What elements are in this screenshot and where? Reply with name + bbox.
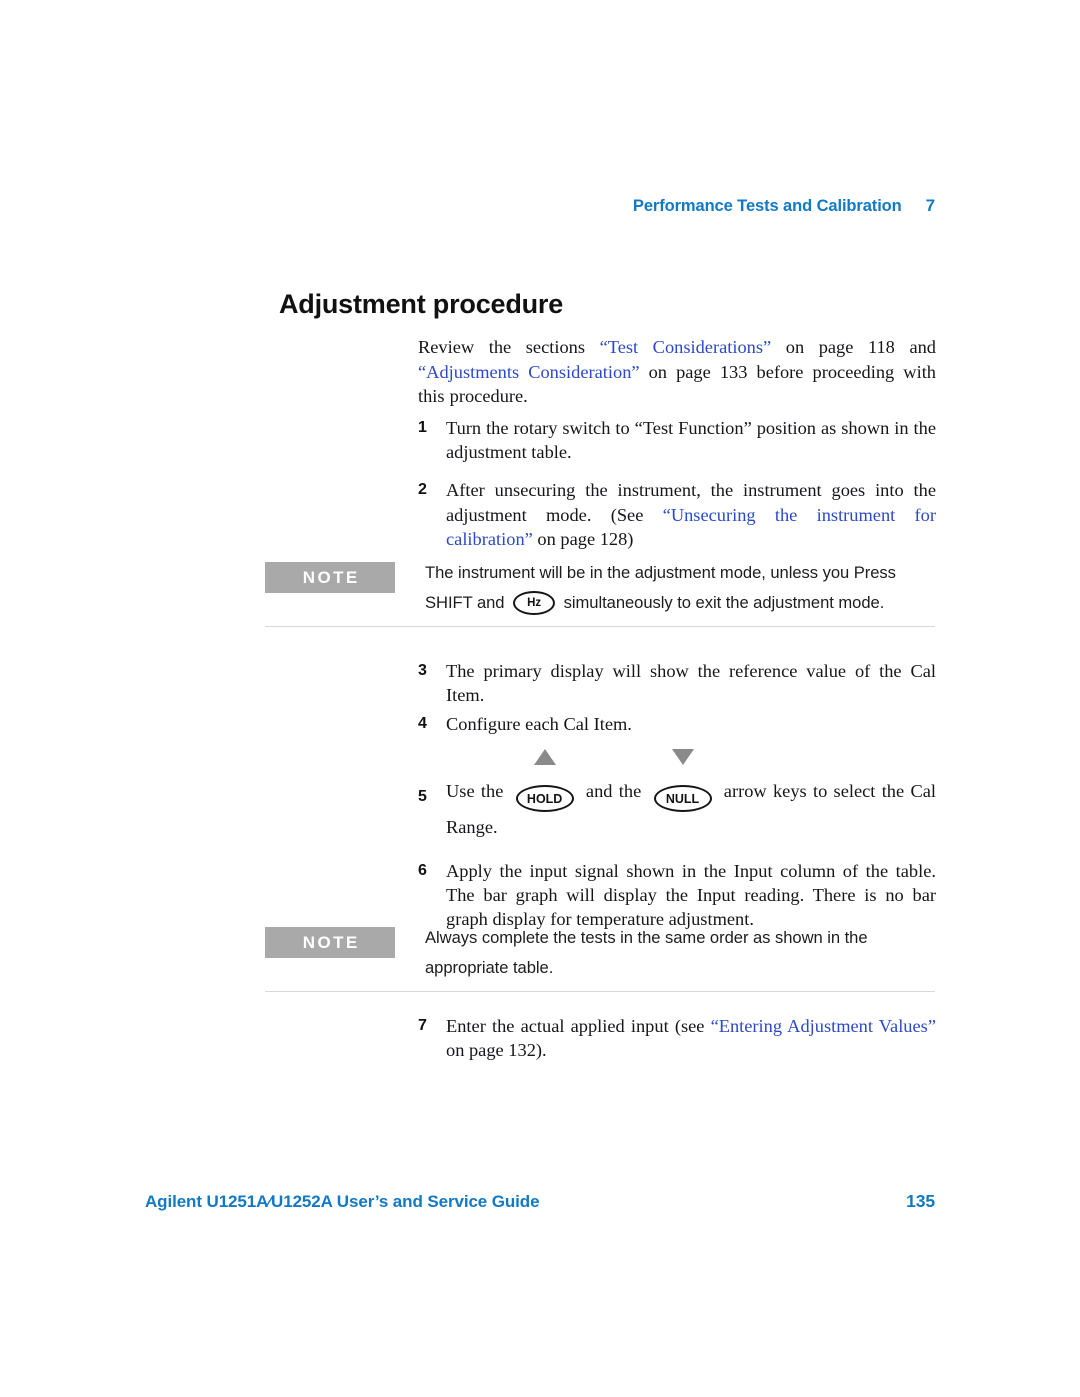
running-header-title: Performance Tests and Calibration (632, 197, 902, 215)
step-number: 3 (418, 662, 427, 679)
note-block-1: NOTE The instrument will be in the adjus… (265, 558, 935, 627)
list-item: 4 Configure each Cal Item. (418, 712, 936, 736)
note-text: The instrument will be in the adjustment… (425, 558, 935, 618)
list-item: 6 Apply the input signal shown in the In… (418, 859, 936, 932)
step-number: 7 (418, 1017, 427, 1034)
running-header: Performance Tests and Calibration 7 (265, 196, 935, 216)
note-divider (265, 626, 935, 627)
step-text-2: on page 132). (446, 1040, 547, 1061)
step-text-2: on page 128) (532, 528, 634, 549)
note-badge: NOTE (265, 562, 395, 593)
step-number: 2 (418, 481, 427, 499)
step-text-1: Enter the actual applied input (see (446, 1016, 711, 1036)
list-item: 2 After unsecuring the instrument, the i… (418, 478, 936, 551)
null-key-group: NULL (653, 748, 712, 813)
intro-paragraph-block: Review the sections “Test Considerations… (418, 317, 936, 426)
step-text-1: Use the (446, 780, 510, 801)
footer-guide-title: Agilent U1251A∕U1252A User’s and Service… (145, 1192, 540, 1211)
link-entering-adjustment-values[interactable]: “Entering Adjustment Values” (711, 1016, 936, 1036)
document-page: Performance Tests and Calibration 7 Adjus… (0, 0, 1080, 1397)
intro-text-2: on page 118 and (771, 337, 936, 358)
null-key-icon: NULL (653, 785, 712, 813)
step-number: 1 (418, 419, 427, 436)
step-text: Apply the input signal shown in the Inpu… (446, 860, 936, 930)
page-footer: Agilent U1251A∕U1252A User’s and Service… (145, 1191, 935, 1212)
intro-paragraph: Review the sections “Test Considerations… (418, 335, 936, 408)
steps-group-3: 7 Enter the actual applied input (see “E… (418, 1014, 936, 1066)
steps-group-1: 1 Turn the rotary switch to “Test Functi… (418, 416, 936, 555)
list-item: 3 The primary display will show the refe… (418, 659, 936, 707)
arrow-down-icon (671, 748, 694, 765)
list-item: 1 Turn the rotary switch to “Test Functi… (418, 416, 936, 464)
step-text-2: and the (579, 780, 648, 801)
list-item: 7 Enter the actual applied input (see “E… (418, 1014, 936, 1062)
hold-key-icon: HOLD (515, 785, 574, 813)
step-number: 4 (418, 715, 427, 733)
steps-group-2: 3 The primary display will show the refe… (418, 659, 936, 935)
footer-page-number: 135 (906, 1191, 935, 1211)
intro-text-1: Review the sections (418, 337, 600, 358)
step-text: The primary display will show the refere… (446, 661, 936, 706)
running-header-chapter-number: 7 (925, 196, 935, 215)
hold-key-group: HOLD (515, 748, 574, 813)
link-test-considerations[interactable]: “Test Considerations” (600, 337, 772, 357)
note-divider (265, 991, 935, 992)
step-text: Turn the rotary switch to “Test Function… (446, 418, 936, 463)
step-text: Configure each Cal Item. (446, 714, 632, 735)
step-number: 5 (418, 787, 427, 805)
note-text: Always complete the tests in the same or… (425, 928, 868, 977)
note-badge: NOTE (265, 927, 395, 958)
arrow-up-icon (533, 748, 556, 765)
note-block-2: NOTE Always complete the tests in the sa… (265, 923, 935, 992)
page-title: Adjustment procedure (279, 289, 564, 320)
list-item: 5 Use the HOLD and the NULL arrow keys t… (418, 748, 936, 845)
step-number: 6 (418, 861, 427, 879)
hz-key-icon: Hz (513, 590, 556, 615)
note-text-2: simultaneously to exit the adjustment mo… (559, 593, 885, 612)
link-adjustments-consideration[interactable]: “Adjustments Consideration” (418, 362, 640, 382)
